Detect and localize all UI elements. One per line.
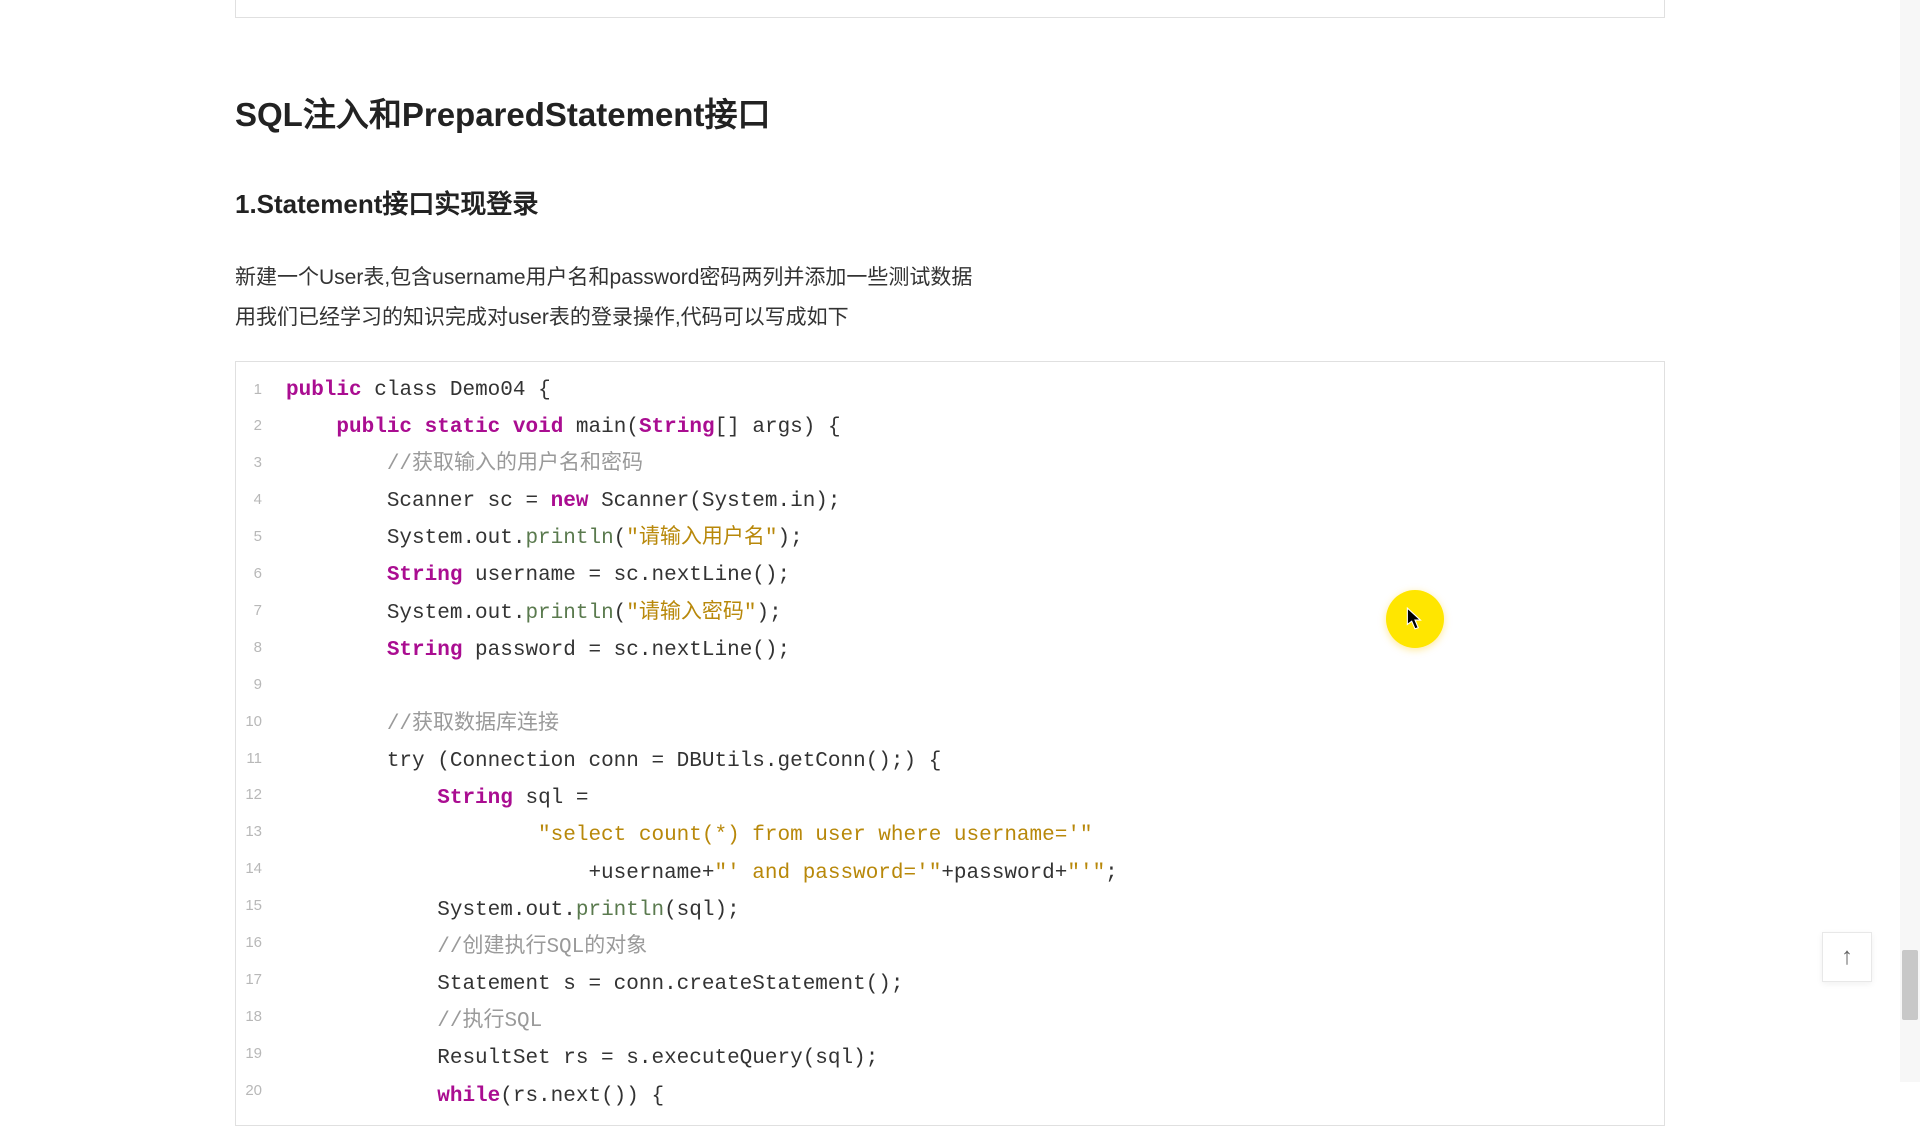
sub-heading: 1.Statement接口实现登录: [235, 184, 1665, 221]
main: main(: [576, 416, 639, 439]
code-text: Scanner(System.in);: [588, 490, 840, 513]
kw-new: new: [551, 490, 589, 513]
line-num: 20: [240, 1073, 264, 1110]
line-num: 15: [240, 888, 264, 925]
line-num: 16: [240, 925, 264, 962]
code-text: (sql);: [664, 899, 740, 922]
str: "请输入用户名": [626, 527, 777, 550]
code-text: +password+: [941, 862, 1067, 885]
arrow-up-icon: ↑: [1841, 943, 1853, 971]
code-content: public class Demo04 { public static void…: [272, 362, 1664, 1125]
code-text: (: [614, 602, 627, 625]
comment: //获取数据库连接: [387, 713, 559, 736]
line-num: 5: [240, 519, 264, 556]
line-num: 9: [240, 667, 264, 704]
code-text: password = sc.nextLine();: [462, 639, 790, 662]
code-text: );: [778, 527, 803, 550]
scroll-to-top-button[interactable]: ↑: [1822, 932, 1872, 982]
cursor-icon: [1406, 607, 1424, 631]
fn-println: println: [525, 602, 613, 625]
comment: //创建执行SQL的对象: [437, 936, 647, 959]
code-text: (rs.next()) {: [500, 1085, 664, 1108]
paragraph-1: 新建一个User表,包含username用户名和password密码两列并添加一…: [235, 259, 1665, 297]
line-num: 14: [240, 851, 264, 888]
args: [] args) {: [715, 416, 841, 439]
kw-static: static: [425, 416, 501, 439]
kw-public: public: [336, 416, 412, 439]
code-block: 1 2 3 4 5 6 7 8 9 10 11 12 13 14 15 16 1…: [235, 361, 1665, 1126]
code-text: System.out.: [387, 527, 526, 550]
scrollbar-thumb[interactable]: [1902, 950, 1918, 1020]
line-num: 8: [240, 630, 264, 667]
scrollbar-track[interactable]: [1900, 0, 1920, 1082]
fn-println: println: [576, 899, 664, 922]
type-string: String: [387, 564, 463, 587]
kw-while: while: [437, 1085, 500, 1108]
fn-println: println: [525, 527, 613, 550]
previous-block-border: [235, 0, 1665, 18]
class-name: Demo04: [450, 379, 526, 402]
line-number-gutter: 1 2 3 4 5 6 7 8 9 10 11 12 13 14 15 16 1…: [236, 362, 272, 1125]
kw-void: void: [513, 416, 563, 439]
paragraph-2: 用我们已经学习的知识完成对user表的登录操作,代码可以写成如下: [235, 299, 1665, 337]
code-text: sql =: [513, 787, 589, 810]
line-num: 7: [240, 593, 264, 630]
code-text: System.out.: [437, 899, 576, 922]
line-num: 3: [240, 445, 264, 482]
type-string: String: [387, 639, 463, 662]
comment: //获取输入的用户名和密码: [387, 453, 643, 476]
code-text: +username+: [588, 862, 714, 885]
line-num: 18: [240, 999, 264, 1036]
code-text: username = sc.nextLine();: [462, 564, 790, 587]
kw-class: class: [374, 379, 437, 402]
str: "'": [1067, 862, 1105, 885]
line-num: 1: [240, 372, 264, 409]
code-text: ResultSet rs = s.executeQuery(sql);: [437, 1047, 878, 1070]
line-num: 17: [240, 962, 264, 999]
kw-public: public: [286, 379, 362, 402]
line-num: 2: [240, 408, 264, 445]
line-num: 4: [240, 482, 264, 519]
code-text: Scanner sc =: [387, 490, 551, 513]
line-num: 19: [240, 1036, 264, 1073]
line-num: 11: [240, 741, 264, 778]
code-text: try (Connection conn = DBUtils.getConn()…: [387, 750, 942, 773]
line-num: 13: [240, 814, 264, 851]
code-text: );: [757, 602, 782, 625]
code-text: System.out.: [387, 602, 526, 625]
cursor-highlight: [1386, 590, 1444, 648]
type-string: String: [639, 416, 715, 439]
code-text: Statement s = conn.createStatement();: [437, 973, 903, 996]
code-text: (: [614, 527, 627, 550]
line-num: 10: [240, 704, 264, 741]
code-text: ;: [1105, 862, 1118, 885]
str: "select count(*) from user where usernam…: [538, 824, 1093, 847]
type-string: String: [437, 787, 513, 810]
section-heading: SQL注入和PreparedStatement接口: [235, 88, 1665, 136]
brace: {: [538, 379, 551, 402]
comment: //执行SQL: [437, 1010, 542, 1033]
str: "' and password='": [714, 862, 941, 885]
line-num: 12: [240, 777, 264, 814]
line-num: 6: [240, 556, 264, 593]
str: "请输入密码": [626, 602, 756, 625]
